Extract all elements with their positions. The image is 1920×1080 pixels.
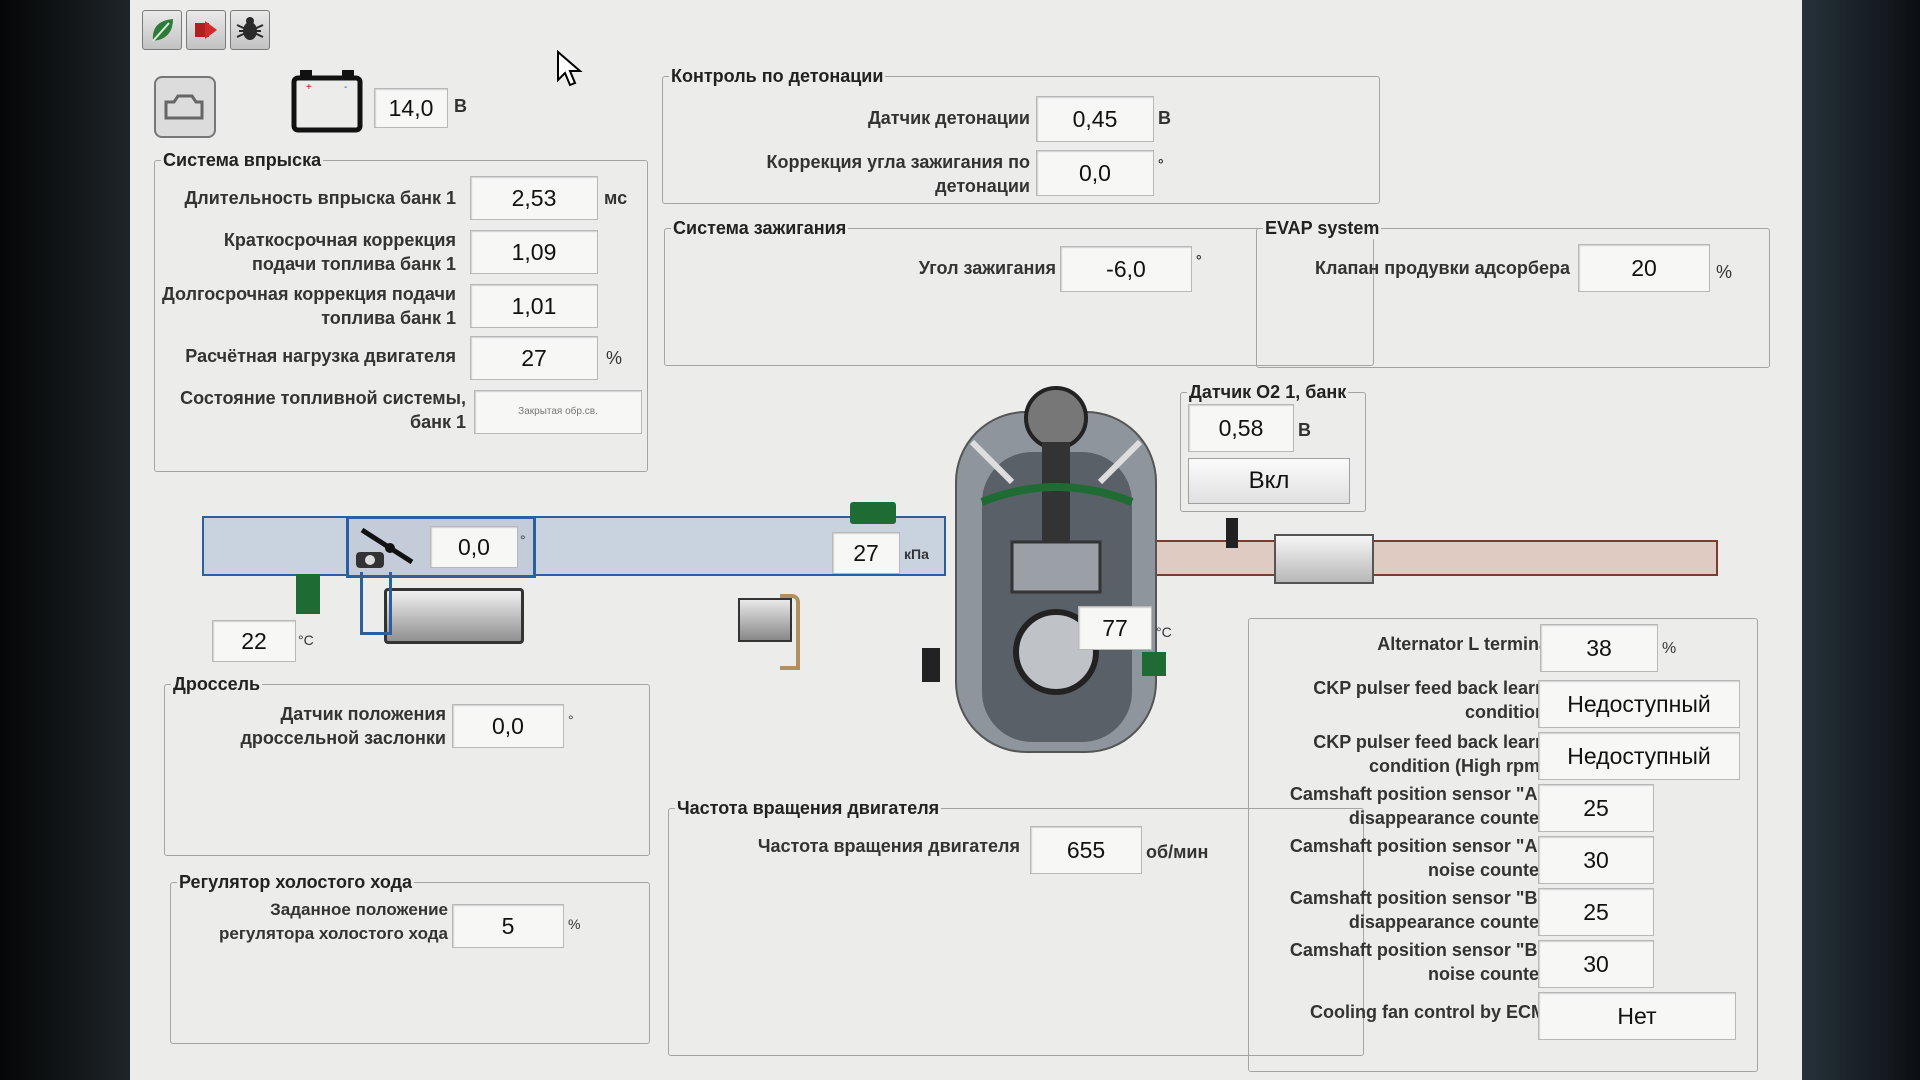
o2-voltage-unit: В <box>1298 420 1311 440</box>
alternator-label: Alternator L terminal <box>1377 634 1554 654</box>
o2-title: Датчик O2 1, банк <box>1187 382 1349 403</box>
idle-position-label: Заданное положение регулятора холостого … <box>219 900 448 943</box>
battery-icon: + - <box>290 68 364 134</box>
cmp-b-noise-value: 30 <box>1538 940 1654 988</box>
knock-sensor-icon <box>922 648 940 682</box>
ignition-angle-value: -6,0 <box>1060 246 1192 292</box>
injection-duration-value: 2,53 <box>470 176 598 220</box>
coolant-temp-unit: °C <box>1156 624 1172 640</box>
ckp-learn-high-label: CKP pulser feed back learn condition (Hi… <box>1313 732 1546 776</box>
knock-sensor-label: Датчик детонации <box>867 108 1030 128</box>
catalytic-converter-icon <box>1274 534 1374 584</box>
arrow-exit-icon <box>195 21 217 39</box>
tps-label: Датчик положения дроссельной заслонки <box>240 704 446 748</box>
ignition-angle-unit: ° <box>1196 252 1202 268</box>
map-unit: кПа <box>904 546 929 562</box>
o2-voltage-value: 0,58 <box>1188 404 1294 452</box>
intake-temp-unit: °C <box>298 632 314 648</box>
purge-valve-value: 20 <box>1578 244 1710 292</box>
ckp-learn-label: CKP pulser feed back learn condition <box>1313 678 1546 722</box>
throttle-angle-unit: ° <box>520 532 526 548</box>
bypass-line <box>360 572 392 635</box>
coolant-temp-value: 77 <box>1078 606 1152 650</box>
knock-correction-label: Коррекция угла зажигания по детонации <box>766 152 1031 196</box>
ignition-title: Система зажигания <box>671 218 849 239</box>
map-value: 27 <box>832 532 900 574</box>
purge-valve-unit: % <box>1716 262 1733 282</box>
injection-duration-label: Длительность впрыска банк 1 <box>184 188 456 208</box>
cooling-fan-label: Cooling fan control by ECM <box>1310 1002 1546 1022</box>
alternator-value: 38 <box>1540 624 1658 672</box>
evap-title: EVAP system <box>1263 218 1382 239</box>
cmp-a-noise-value: 30 <box>1538 836 1654 884</box>
o2-state-button[interactable]: Вкл <box>1188 458 1350 504</box>
cmp-a-disappearance-value: 25 <box>1538 784 1654 832</box>
debug-button[interactable] <box>230 10 270 50</box>
stft-label: Краткосрочная коррекция подачи топлива б… <box>223 230 456 274</box>
cmp-b-noise-label: Camshaft position sensor "B" noise count… <box>1289 940 1546 984</box>
knock-sensor-value: 0,45 <box>1036 96 1154 142</box>
engine-load-label: Расчётная нагрузка двигателя <box>185 346 456 366</box>
mouse-cursor-icon <box>557 50 583 87</box>
throttle-angle-value: 0,0 <box>430 526 518 568</box>
battery-voltage-value: 14,0 <box>374 88 448 128</box>
tps-value: 0,0 <box>452 704 564 748</box>
idle-position-unit: % <box>568 916 581 932</box>
tps-unit: ° <box>568 712 574 728</box>
intake-temp-sensor-icon <box>296 574 320 614</box>
diagnostic-screen: + - 14,0 В Система впрыска Длительность в… <box>130 0 1802 1080</box>
ltft-label: Долгосрочная коррекция подачи топлива ба… <box>162 284 456 328</box>
leaf-icon <box>152 19 173 42</box>
intake-temp-value: 22 <box>212 620 296 662</box>
ckp-learn-high-value: Недоступный <box>1538 732 1740 780</box>
ignition-angle-label: Угол зажигания <box>918 258 1056 278</box>
svg-text:-: - <box>344 82 347 93</box>
engine-load-unit: % <box>606 348 623 368</box>
bug-icon <box>236 17 264 40</box>
exit-button[interactable] <box>186 10 226 50</box>
monitor-bezel-left <box>0 0 130 1080</box>
cmp-b-disappearance-value: 25 <box>1538 888 1654 936</box>
ltft-value: 1,01 <box>470 284 598 328</box>
fuel-system-status-label: Состояние топливной системы, банк 1 <box>180 388 466 432</box>
injection-title: Система впрыска <box>161 150 324 171</box>
battery-voltage-unit: В <box>454 96 467 116</box>
injection-duration-unit: мс <box>604 188 628 208</box>
o2-sensor-icon <box>1226 518 1238 548</box>
knock-correction-unit: ° <box>1158 156 1164 172</box>
knock-title: Контроль по детонации <box>669 66 886 87</box>
purge-valve-label: Клапан продувки адсорбера <box>1315 258 1570 278</box>
idle-position-value: 5 <box>452 904 564 948</box>
rpm-title: Частота вращения двигателя <box>675 798 942 819</box>
monitor-bezel-right <box>1802 0 1920 1080</box>
cmp-b-disappearance-label: Camshaft position sensor "B" disappearan… <box>1289 888 1546 932</box>
alternator-unit: % <box>1662 640 1677 657</box>
knock-sensor-unit: В <box>1158 108 1171 128</box>
svg-text:+: + <box>306 82 312 93</box>
knock-correction-value: 0,0 <box>1036 150 1154 196</box>
cmp-a-disappearance-label: Camshaft position sensor "A" disappearan… <box>1289 784 1546 828</box>
cooling-fan-value: Нет <box>1538 992 1736 1040</box>
cmp-a-noise-label: Camshaft position sensor "A" noise count… <box>1289 836 1546 880</box>
rpm-label: Частота вращения двигателя <box>757 836 1020 856</box>
check-engine-icon <box>154 76 216 138</box>
rpm-value: 655 <box>1030 826 1142 874</box>
engine-load-value: 27 <box>470 336 598 380</box>
stft-value: 1,09 <box>470 230 598 274</box>
idle-title: Регулятор холостого хода <box>177 872 415 893</box>
rpm-unit: об/мин <box>1146 842 1209 862</box>
map-sensor-icon <box>850 502 896 524</box>
fuel-system-status-value: Закрытая обр.св. <box>474 390 642 434</box>
pcv-hose <box>780 594 800 670</box>
air-filter-icon <box>384 588 524 644</box>
ckp-learn-value: Недоступный <box>1538 680 1740 728</box>
coolant-temp-sensor-icon <box>1142 652 1166 676</box>
throttle-title: Дроссель <box>171 674 263 695</box>
engine-icon <box>955 386 1157 753</box>
throttle-valve-icon <box>356 527 414 568</box>
leaf-icon-button[interactable] <box>142 10 182 50</box>
